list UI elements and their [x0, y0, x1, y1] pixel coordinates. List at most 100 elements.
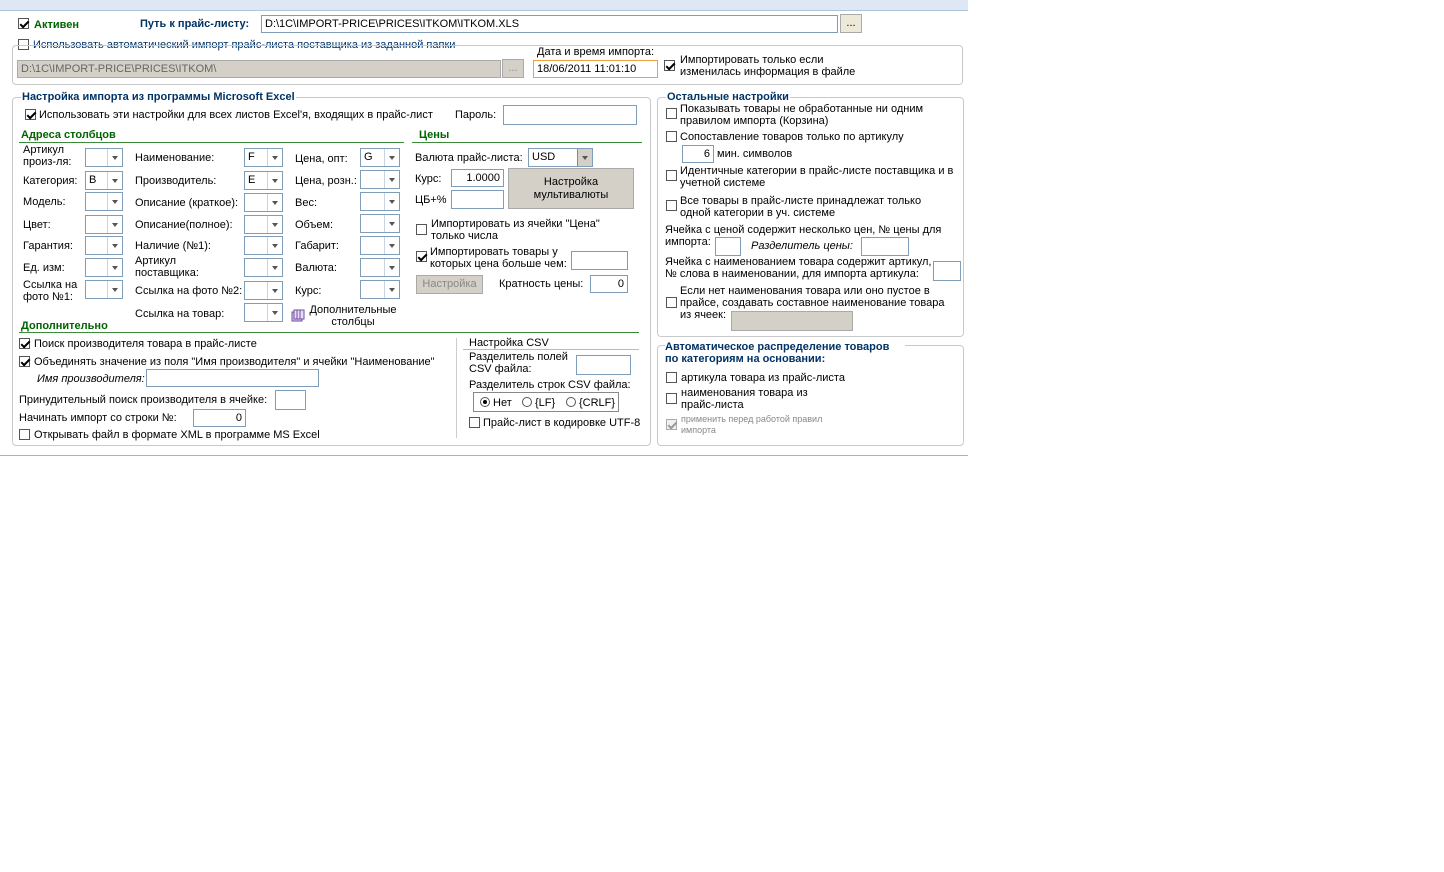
col-photo2-combo[interactable] [244, 281, 283, 300]
utf8-checkbox[interactable] [469, 417, 480, 428]
col-short-desc-combo[interactable] [244, 193, 283, 212]
multicurrency-button[interactable]: Настройка мультивалюты [508, 168, 634, 209]
col-unit-combo[interactable] [85, 258, 123, 277]
col-volume-combo[interactable] [360, 214, 400, 233]
by-name-checkbox[interactable] [666, 393, 677, 404]
col-supplier-article-combo[interactable] [244, 258, 283, 277]
active-checkbox[interactable] [18, 18, 29, 29]
article-match-checkbox[interactable] [666, 131, 677, 142]
currency-combo[interactable]: USD [528, 148, 593, 167]
price-separator-field[interactable] [861, 237, 909, 256]
price-settings-button: Настройка [416, 275, 483, 294]
chevron-down-icon[interactable] [384, 259, 399, 276]
chevron-down-icon[interactable] [384, 237, 399, 254]
chevron-down-icon[interactable] [107, 172, 122, 189]
price-list-path-field[interactable]: D:\1C\IMPORT-PRICE\PRICES\ITKOM\ITKOM.XL… [261, 15, 838, 33]
col-unit-label: Ед. изм: [23, 262, 65, 274]
price-greater-checkbox[interactable] [416, 251, 427, 262]
chevron-down-icon[interactable] [384, 171, 399, 188]
chevron-down-icon[interactable] [267, 216, 282, 233]
col-category-value: B [89, 174, 97, 186]
col-dimensions-combo[interactable] [360, 236, 400, 255]
chevron-down-icon[interactable] [577, 149, 592, 166]
chevron-down-icon[interactable] [267, 259, 282, 276]
csv-field-sep-field[interactable] [576, 355, 631, 375]
all-sheets-checkbox[interactable] [25, 109, 36, 120]
chevron-down-icon[interactable] [107, 259, 122, 276]
chevron-down-icon[interactable] [384, 215, 399, 232]
extra-columns-link[interactable]: Дополнительные столбцы [306, 304, 400, 328]
col-wholesale-combo[interactable]: G [360, 148, 400, 167]
col-model-combo[interactable] [85, 192, 123, 211]
col-currency-combo[interactable] [360, 258, 400, 277]
col-product-link-combo[interactable] [244, 303, 283, 322]
chevron-down-icon[interactable] [267, 282, 282, 299]
col-weight-combo[interactable] [360, 192, 400, 211]
apply-before-checkbox [666, 419, 677, 430]
columns-divider [19, 142, 404, 143]
identical-categories-checkbox[interactable] [666, 170, 677, 181]
csv-row-sep-none-radio[interactable] [480, 397, 490, 407]
cb-percent-label: ЦБ+% [415, 194, 447, 206]
currency-label: Валюта прайс-листа: [415, 152, 523, 164]
only-numbers-checkbox[interactable] [416, 224, 427, 235]
col-manufacturer-combo[interactable]: E [244, 171, 283, 190]
chevron-down-icon[interactable] [384, 281, 399, 298]
cb-percent-field[interactable] [451, 190, 504, 209]
additional-divider [19, 332, 639, 333]
by-article-checkbox[interactable] [666, 372, 677, 383]
col-currency-label: Валюта: [295, 262, 337, 274]
search-manufacturer-checkbox[interactable] [19, 338, 30, 349]
chevron-down-icon[interactable] [384, 193, 399, 210]
show-unprocessed-checkbox[interactable] [666, 108, 677, 119]
csv-row-sep-crlf-radio[interactable] [566, 397, 576, 407]
multi-price-field[interactable] [715, 237, 741, 256]
col-rate-combo[interactable] [360, 280, 400, 299]
chevron-down-icon[interactable] [267, 237, 282, 254]
force-search-field[interactable] [275, 390, 306, 410]
col-category-label: Категория: [23, 175, 78, 187]
col-category-combo[interactable]: B [85, 171, 123, 190]
col-color-combo[interactable] [85, 215, 123, 234]
by-article-label: артикула товара из прайс-листа [681, 372, 845, 384]
start-row-label: Начинать импорт со строки №: [19, 412, 177, 424]
chevron-down-icon[interactable] [107, 149, 122, 166]
chevron-down-icon[interactable] [107, 237, 122, 254]
chevron-down-icon[interactable] [107, 216, 122, 233]
min-chars-field[interactable]: 6 [682, 145, 714, 163]
col-article-combo[interactable] [85, 148, 123, 167]
col-stock-combo[interactable] [244, 236, 283, 255]
csv-row-sep-lf-radio[interactable] [522, 397, 532, 407]
col-full-desc-combo[interactable] [244, 215, 283, 234]
rate-field[interactable]: 1.0000 [451, 169, 504, 187]
start-row-field[interactable]: 0 [193, 409, 246, 427]
chevron-down-icon[interactable] [267, 172, 282, 189]
merge-names-checkbox[interactable] [19, 356, 30, 367]
browse-path-button[interactable]: ... [840, 14, 862, 33]
chevron-down-icon[interactable] [107, 193, 122, 210]
chevron-down-icon[interactable] [267, 149, 282, 166]
col-warranty-label: Гарантия: [23, 240, 73, 252]
chevron-down-icon[interactable] [384, 149, 399, 166]
chevron-down-icon[interactable] [107, 281, 122, 298]
only-if-changed-checkbox[interactable] [664, 60, 675, 71]
col-retail-combo[interactable] [360, 170, 400, 189]
only-if-changed-label: Импортировать только если изменилась инф… [680, 54, 856, 78]
all-sheets-label: Использовать эти настройки для всех лист… [39, 109, 433, 121]
composite-name-checkbox[interactable] [666, 297, 677, 308]
table-columns-icon[interactable] [291, 309, 305, 323]
col-photo1-combo[interactable] [85, 280, 123, 299]
chevron-down-icon[interactable] [267, 304, 282, 321]
col-name-combo[interactable]: F [244, 148, 283, 167]
col-warranty-combo[interactable] [85, 236, 123, 255]
password-field[interactable] [503, 105, 637, 125]
import-datetime-field[interactable]: 18/06/2011 11:01:10 [533, 60, 658, 78]
apply-before-label: применить перед работой правил импорта [681, 414, 823, 435]
manufacturer-name-field[interactable] [146, 369, 319, 387]
multiplicity-field[interactable]: 0 [590, 275, 628, 293]
chevron-down-icon[interactable] [267, 194, 282, 211]
article-in-name-field[interactable] [933, 261, 961, 281]
price-greater-field[interactable] [571, 251, 628, 270]
single-category-checkbox[interactable] [666, 200, 677, 211]
open-xml-checkbox[interactable] [19, 429, 30, 440]
